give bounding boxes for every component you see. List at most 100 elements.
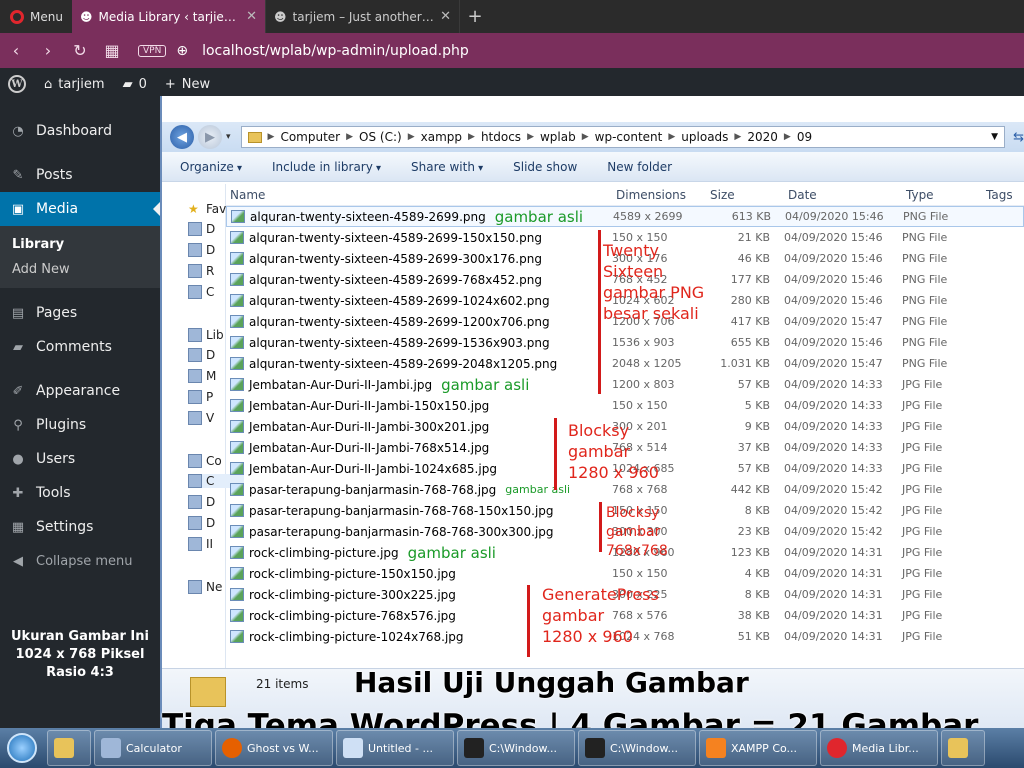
sidebar-item-media[interactable]: ▣ Media bbox=[0, 192, 160, 226]
notepad-icon bbox=[343, 738, 363, 758]
url-field[interactable]: localhost/wplab/wp-admin/upload.php bbox=[202, 43, 469, 59]
column-tags[interactable]: Tags bbox=[982, 188, 1022, 202]
new-content-link[interactable]: + New bbox=[165, 77, 210, 92]
network-icon bbox=[188, 580, 202, 594]
explorer-forward-icon[interactable]: ▶ bbox=[198, 125, 222, 149]
taskbar-item[interactable]: XAMPP Co... bbox=[699, 730, 817, 766]
start-button[interactable] bbox=[0, 728, 44, 768]
wordpress-logo-icon[interactable]: W bbox=[8, 75, 26, 93]
breadcrumb-item[interactable]: wplab bbox=[540, 130, 576, 144]
sidebar-item-plugins[interactable]: ⚲ Plugins bbox=[0, 408, 160, 442]
tab-site-home[interactable]: ☻ tarjiem – Just another Word ✕ bbox=[266, 0, 460, 33]
taskbar-label: Media Libr... bbox=[852, 741, 919, 755]
new-tab-button[interactable]: + bbox=[460, 0, 490, 33]
breadcrumb-item[interactable]: xampp bbox=[421, 130, 462, 144]
taskbar-item[interactable] bbox=[47, 730, 91, 766]
comments-count: 0 bbox=[138, 76, 147, 92]
nav-item[interactable]: P bbox=[188, 390, 213, 404]
breadcrumb-item[interactable]: wp-content bbox=[595, 130, 663, 144]
date-cell: 04/09/2020 14:33 bbox=[784, 462, 883, 475]
table-row[interactable]: alquran-twenty-sixteen-4589-2699-1536x90… bbox=[226, 332, 1024, 353]
nav-item[interactable]: D bbox=[188, 348, 215, 362]
vpn-badge[interactable]: VPN bbox=[138, 44, 167, 57]
breadcrumb-item[interactable]: Computer bbox=[280, 130, 340, 144]
include-in-library-menu[interactable]: Include in library bbox=[272, 160, 381, 174]
slide-show-button[interactable]: Slide show bbox=[513, 160, 577, 174]
annotation-blocksy-2: Blocksy gambar 768x768 bbox=[606, 504, 668, 561]
nav-item[interactable]: V bbox=[188, 411, 214, 425]
breadcrumb-item[interactable]: htdocs bbox=[481, 130, 521, 144]
taskbar-item[interactable]: Media Libr... bbox=[820, 730, 938, 766]
close-tab-icon[interactable]: ✕ bbox=[440, 9, 451, 24]
forward-icon[interactable]: › bbox=[32, 41, 64, 60]
breadcrumb[interactable]: ▶ Computer ▶ OS (C:) ▶ xampp ▶ htdocs ▶ wpla… bbox=[240, 126, 1006, 148]
size-cell: 51 KB bbox=[737, 630, 770, 643]
sidebar-item-users[interactable]: ● Users bbox=[0, 442, 160, 476]
taskbar-item[interactable]: Calculator bbox=[94, 730, 212, 766]
nav-computer[interactable]: Co bbox=[188, 454, 222, 468]
sidebar-item-pages[interactable]: ▤ Pages bbox=[0, 296, 160, 330]
refresh-icon[interactable]: ⇆ bbox=[1013, 130, 1024, 145]
nav-item[interactable]: D bbox=[188, 516, 215, 530]
column-date[interactable]: Date bbox=[784, 188, 902, 202]
nav-item[interactable]: R bbox=[188, 264, 214, 278]
nav-item[interactable]: C bbox=[188, 285, 214, 299]
sidebar-item-appearance[interactable]: ✐ Appearance bbox=[0, 374, 160, 408]
taskbar-item[interactable]: Untitled - ... bbox=[336, 730, 454, 766]
sidebar-item-settings[interactable]: ▦ Settings bbox=[0, 510, 160, 544]
computer-icon bbox=[188, 454, 202, 468]
nav-item[interactable]: D bbox=[188, 243, 215, 257]
nav-item[interactable]: D bbox=[188, 222, 215, 236]
speed-dial-icon[interactable]: ▦ bbox=[96, 41, 128, 60]
share-with-menu[interactable]: Share with bbox=[411, 160, 483, 174]
sidebar-item-comments[interactable]: ▰ Comments bbox=[0, 330, 160, 364]
nav-network[interactable]: Ne bbox=[188, 580, 222, 594]
close-tab-icon[interactable]: ✕ bbox=[246, 9, 257, 24]
new-folder-button[interactable]: New folder bbox=[607, 160, 672, 174]
explorer-back-icon[interactable]: ◀ bbox=[170, 125, 194, 149]
collapse-menu-button[interactable]: ◀ Collapse menu bbox=[0, 544, 160, 578]
opera-menu-button[interactable]: Menu bbox=[0, 0, 72, 33]
comments-link[interactable]: ▰ 0 bbox=[123, 77, 147, 92]
nav-libraries[interactable]: Lib bbox=[188, 328, 224, 342]
file-name: rock-climbing-picture-1024x768.jpg bbox=[249, 629, 464, 644]
submenu-add-new[interactable]: Add New bbox=[0, 257, 160, 282]
taskbar-item[interactable]: C:\Window... bbox=[457, 730, 575, 766]
site-name-link[interactable]: ⌂ tarjiem bbox=[44, 77, 105, 92]
table-row[interactable]: Jembatan-Aur-Duri-II-Jambi-150x150.jpg 15… bbox=[226, 395, 1024, 416]
nav-item[interactable]: M bbox=[188, 369, 216, 383]
address-dropdown-icon[interactable]: ▼ bbox=[991, 132, 998, 142]
breadcrumb-item[interactable]: 2020 bbox=[747, 130, 778, 144]
back-icon[interactable]: ‹ bbox=[0, 41, 32, 60]
breadcrumb-item[interactable]: OS (C:) bbox=[359, 130, 402, 144]
column-type[interactable]: Type bbox=[902, 188, 982, 202]
submenu-library[interactable]: Library bbox=[0, 232, 160, 257]
reload-icon[interactable]: ↻ bbox=[64, 41, 96, 60]
breadcrumb-item[interactable]: 09 bbox=[797, 130, 812, 144]
taskbar-item[interactable]: Ghost vs W... bbox=[215, 730, 333, 766]
column-dimensions[interactable]: Dimensions bbox=[612, 188, 706, 202]
sidebar-item-dashboard[interactable]: ◔ Dashboard bbox=[0, 114, 160, 148]
table-row[interactable]: alquran-twenty-sixteen-4589-2699-2048x12… bbox=[226, 353, 1024, 374]
column-name[interactable]: Name bbox=[226, 188, 612, 202]
column-size[interactable]: Size bbox=[706, 188, 784, 202]
nav-item[interactable]: II bbox=[188, 537, 213, 551]
nav-favorites[interactable]: ★ Fav bbox=[188, 202, 226, 216]
tab-media-library[interactable]: ☻ Media Library ‹ tarjiem — W ✕ bbox=[72, 0, 266, 33]
organize-menu[interactable]: Organize bbox=[180, 160, 242, 174]
taskbar-item[interactable]: C:\Window... bbox=[578, 730, 696, 766]
nav-item[interactable]: D bbox=[188, 495, 215, 509]
sidebar-item-posts[interactable]: ✎ Posts bbox=[0, 158, 160, 192]
file-name: alquran-twenty-sixteen-4589-2699.png bbox=[250, 209, 486, 224]
settings-icon: ▦ bbox=[11, 519, 25, 535]
sidebar-item-tools[interactable]: ✚ Tools bbox=[0, 476, 160, 510]
table-row[interactable]: Jembatan-Aur-Duri-II-Jambi.jpg gambar asl… bbox=[226, 374, 1024, 395]
table-row[interactable]: rock-climbing-picture-150x150.jpg 150 x 1… bbox=[226, 563, 1024, 584]
size-cell: 8 KB bbox=[744, 588, 770, 601]
recent-pages-icon[interactable]: ▾ bbox=[226, 132, 231, 142]
breadcrumb-item[interactable]: uploads bbox=[681, 130, 728, 144]
pin-icon: ✎ bbox=[12, 167, 24, 183]
taskbar-item[interactable] bbox=[941, 730, 985, 766]
table-row[interactable]: alquran-twenty-sixteen-4589-2699.png gamb… bbox=[226, 206, 1024, 227]
downloads-icon bbox=[188, 243, 202, 257]
